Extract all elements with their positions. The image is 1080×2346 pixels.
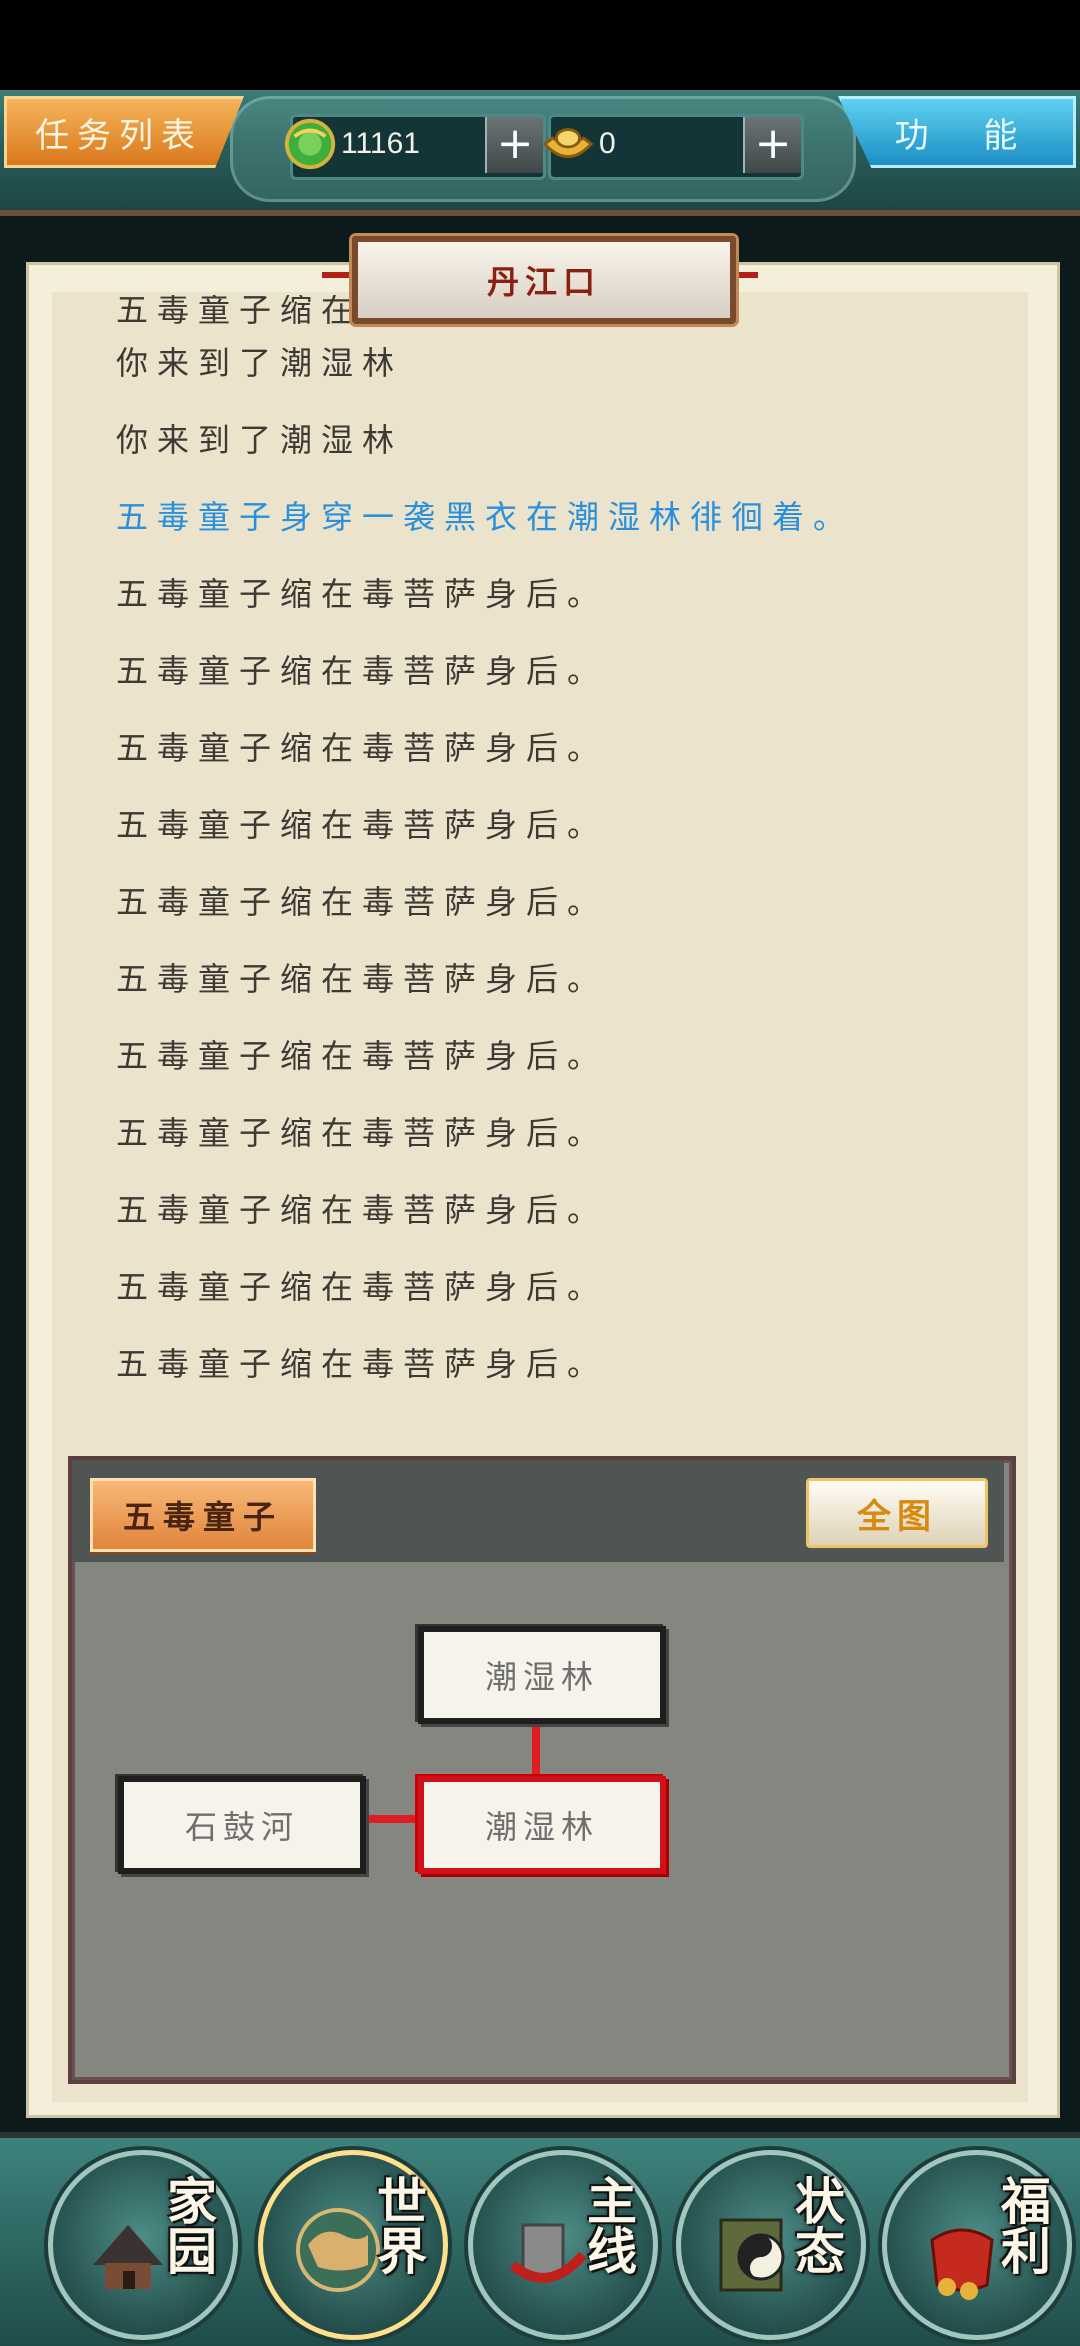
message-line: 五毒童子缩在毒菩萨身后。 (116, 806, 609, 844)
jade-currency: 11161 + (284, 114, 546, 180)
message-line: 五毒童子缩在毒菩萨身后。 (116, 1037, 609, 1075)
gold-amount: 0 (599, 127, 616, 160)
jade-coin-icon (284, 118, 336, 170)
map-node-west[interactable]: 石鼓河 (118, 1776, 366, 1874)
npc-name-button[interactable]: 五毒童子 (90, 1478, 316, 1552)
nav-world-label: 世界 (369, 2175, 428, 2275)
message-line-highlight: 五毒童子身穿一袭黑衣在潮湿林徘徊着。 (116, 498, 855, 536)
message-line: 五毒童子缩在毒菩萨身后。 (116, 652, 609, 690)
add-gold-button[interactable]: + (743, 117, 801, 173)
nav-mainline-label: 主线 (579, 2175, 638, 2275)
nav-status-label: 状态 (787, 2175, 846, 2275)
map-node-north[interactable]: 潮湿林 (418, 1626, 666, 1724)
map-path-connector (532, 1718, 540, 1778)
nav-home-label: 家园 (159, 2175, 218, 2275)
gold-currency: 0 + (542, 114, 804, 180)
full-map-button[interactable]: 全图 (806, 1478, 988, 1548)
message-line: 五毒童子缩在毒菩萨身后。 (116, 883, 609, 921)
message-line: 五毒童子缩在毒菩萨身后。 (116, 1268, 609, 1306)
map-path-connector (360, 1815, 420, 1823)
message-log[interactable]: 五毒童子缩在毒菩萨身后。 你来到了潮湿林 你来到了潮湿林 五毒童子身穿一袭黑衣在… (116, 295, 1016, 1403)
nav-welfare-button[interactable]: 福利 (882, 2150, 1072, 2340)
jade-amount: 11161 (341, 127, 420, 160)
map-node-current[interactable]: 潮湿林 (418, 1776, 666, 1874)
task-list-button[interactable]: 任务列表 (4, 96, 244, 168)
nav-welfare-label: 福利 (993, 2175, 1052, 2275)
message-line: 五毒童子缩在毒菩萨身后。 (116, 1191, 609, 1229)
message-line: 你来到了潮湿林 (116, 421, 404, 459)
status-bar (0, 0, 1080, 90)
nav-mainline-button[interactable]: 主线 (468, 2150, 658, 2340)
add-jade-button[interactable]: + (485, 117, 543, 173)
gold-ingot-icon (542, 128, 594, 159)
message-line: 五毒童子缩在毒菩萨身后。 (116, 729, 609, 767)
nav-home-button[interactable]: 家园 (48, 2150, 238, 2340)
message-line: 五毒童子缩在毒菩萨身后。 (116, 1114, 609, 1152)
message-line: 你来到了潮湿林 (116, 344, 404, 382)
message-line: 五毒童子缩在毒菩萨身后。 (116, 575, 609, 613)
nav-world-button[interactable]: 世界 (258, 2150, 448, 2340)
message-line: 五毒童子缩在毒菩萨身后。 (116, 960, 609, 998)
location-title: 丹江口 (352, 236, 736, 324)
message-line: 五毒童子缩在毒菩萨身后。 (116, 1345, 609, 1383)
nav-status-button[interactable]: 状态 (676, 2150, 866, 2340)
top-bar: 任务列表 11161 + 0 + 功 能 (0, 90, 1080, 216)
function-button[interactable]: 功 能 (838, 96, 1076, 168)
